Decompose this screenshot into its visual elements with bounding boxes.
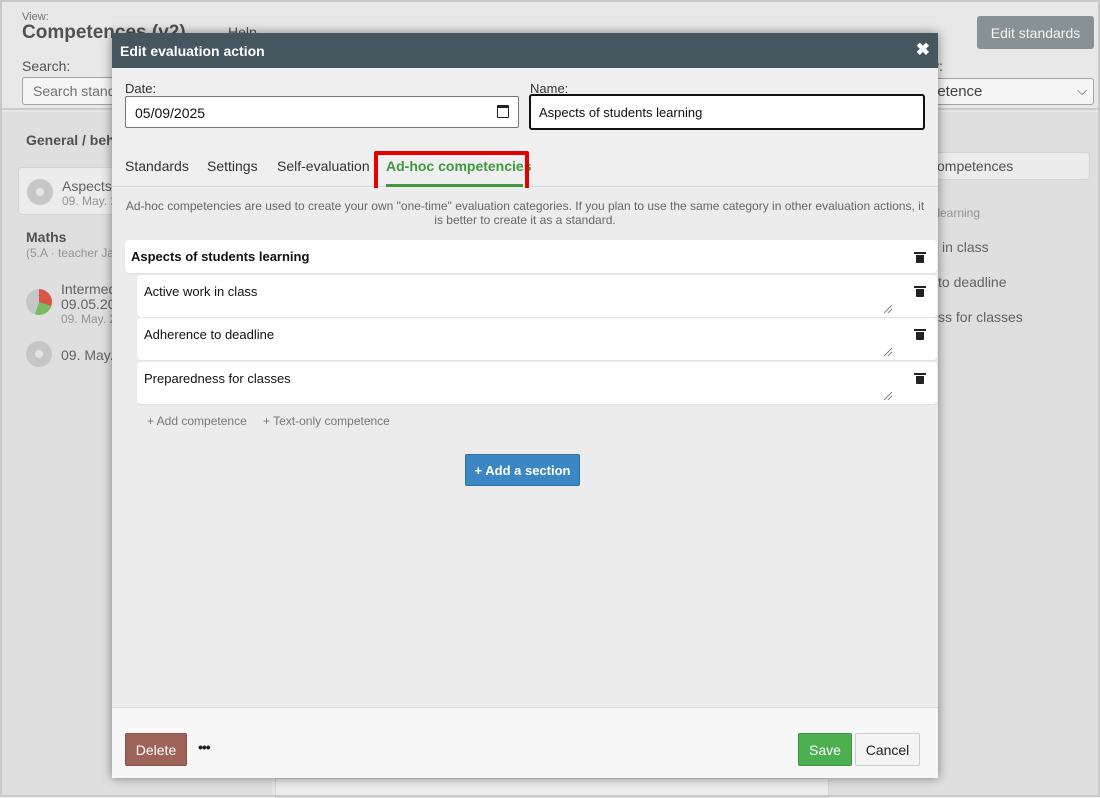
modal-footer: Delete ••• Save Cancel xyxy=(112,707,938,778)
name-input[interactable] xyxy=(529,94,925,130)
modal-title: Edit evaluation action xyxy=(120,43,265,59)
tab-bar: Standards Settings Self-evaluation Ad-ho… xyxy=(112,151,938,193)
trash-icon[interactable] xyxy=(914,251,926,263)
competence-text[interactable]: Adherence to deadline xyxy=(144,327,274,342)
edit-evaluation-modal: Edit evaluation action ✖ Date: 05/09/202… xyxy=(112,33,938,778)
add-section-button[interactable]: + Add a section xyxy=(465,454,580,486)
text-only-competence-link[interactable]: + Text-only competence xyxy=(263,414,390,428)
tab-settings[interactable]: Settings xyxy=(207,158,258,174)
add-competence-link[interactable]: + Add competence xyxy=(147,414,247,428)
section-title[interactable]: Aspects of students learning xyxy=(131,249,309,264)
competence-text[interactable]: Active work in class xyxy=(144,284,257,299)
resize-grip-icon[interactable] xyxy=(884,305,892,313)
competence-row[interactable]: Adherence to deadline xyxy=(137,318,937,360)
active-tab-underline xyxy=(386,184,523,187)
more-options-icon[interactable]: ••• xyxy=(198,739,211,755)
info-text: Ad-hoc competencies are used to create y… xyxy=(125,199,925,227)
close-icon[interactable]: ✖ xyxy=(916,41,930,58)
trash-icon[interactable] xyxy=(914,372,926,384)
section-row[interactable]: Aspects of students learning xyxy=(125,240,937,273)
date-value: 05/09/2025 xyxy=(135,105,206,121)
tab-ad-hoc-competencies[interactable]: Ad-hoc competencies xyxy=(386,158,531,174)
calendar-icon[interactable] xyxy=(497,105,509,118)
trash-icon[interactable] xyxy=(914,285,926,297)
save-button[interactable]: Save xyxy=(798,733,852,766)
date-label: Date: xyxy=(125,81,157,96)
cancel-button[interactable]: Cancel xyxy=(855,733,920,766)
competence-row[interactable]: Active work in class xyxy=(137,275,937,317)
resize-grip-icon[interactable] xyxy=(884,348,892,356)
delete-button[interactable]: Delete xyxy=(125,733,187,766)
competence-row[interactable]: Preparedness for classes xyxy=(137,362,937,404)
date-input[interactable]: 05/09/2025 xyxy=(125,96,519,128)
resize-grip-icon[interactable] xyxy=(884,392,892,400)
modal-header: Edit evaluation action ✖ xyxy=(112,33,938,68)
competence-text[interactable]: Preparedness for classes xyxy=(144,371,291,386)
trash-icon[interactable] xyxy=(914,328,926,340)
tab-content: Ad-hoc competencies are used to create y… xyxy=(112,188,938,706)
tab-standards[interactable]: Standards xyxy=(125,158,189,174)
tab-self-evaluation[interactable]: Self-evaluation xyxy=(277,158,370,174)
